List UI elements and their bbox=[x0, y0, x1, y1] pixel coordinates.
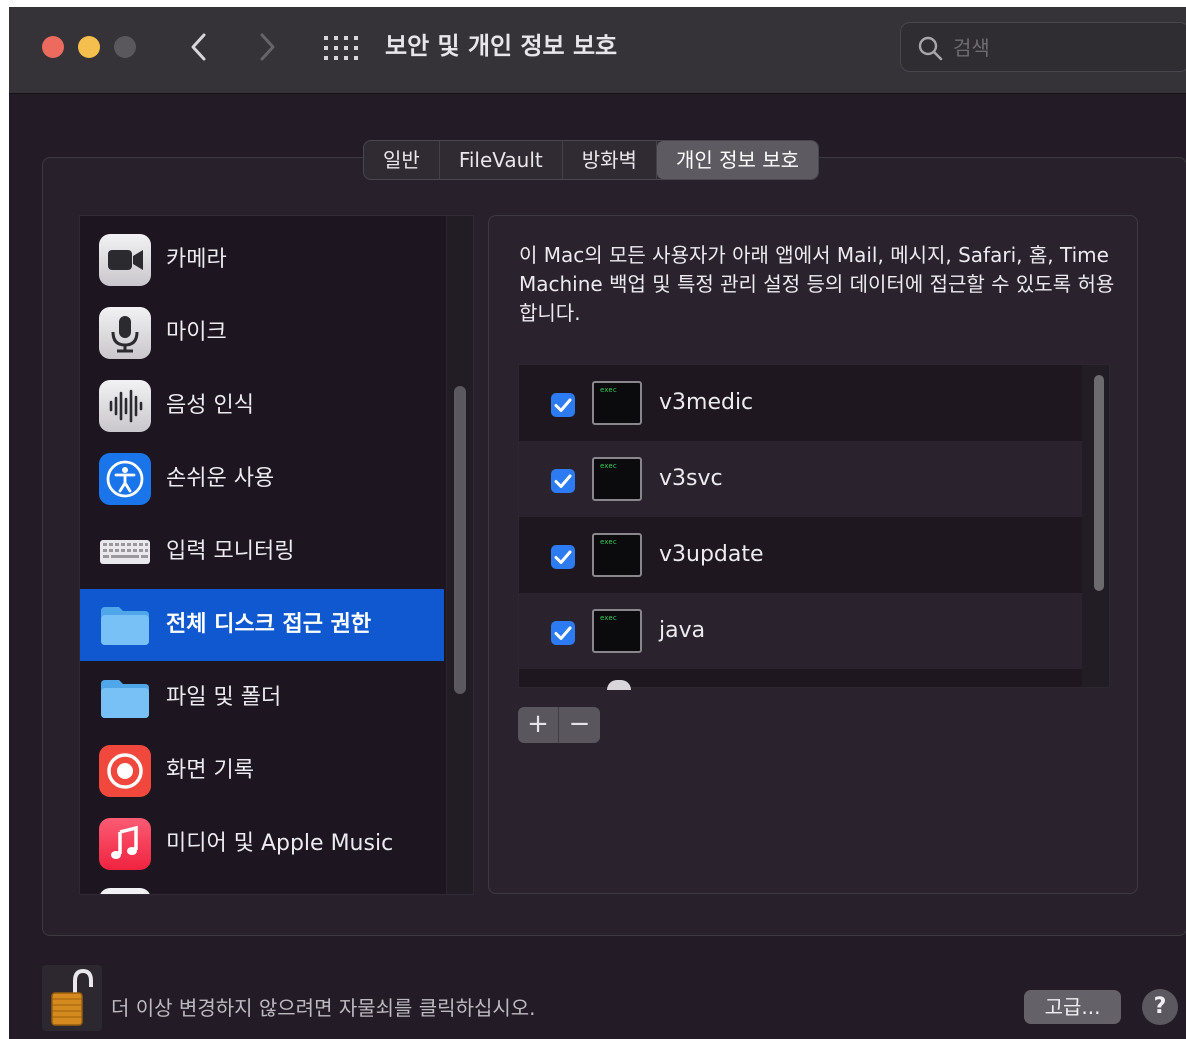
tab-privacy[interactable]: 개인 정보 보호 bbox=[656, 141, 819, 179]
microphone-icon bbox=[99, 307, 151, 359]
app-checkbox[interactable] bbox=[551, 469, 575, 493]
sidebar-item-files-and-folders[interactable]: 파일 및 폴더 bbox=[80, 662, 444, 734]
sidebar-scrollbar-thumb[interactable] bbox=[454, 386, 466, 694]
app-name: v3update bbox=[659, 542, 764, 567]
lock-button[interactable] bbox=[42, 965, 102, 1031]
lock-instruction-text: 더 이상 변경하지 않으려면 자물쇠를 클릭하십시오. bbox=[111, 996, 536, 1020]
title-bar: 보안 및 개인 정보 보호 bbox=[9, 7, 1186, 94]
sidebar-item-label: 파일 및 폴더 bbox=[166, 685, 282, 710]
screen-recording-icon bbox=[99, 745, 151, 797]
advanced-button[interactable]: 고급... bbox=[1024, 990, 1121, 1024]
system-preferences-window: 보안 및 개인 정보 보호 일반 FileVault 방화벽 개인 정보 보호 … bbox=[9, 7, 1186, 1039]
app-checkbox[interactable] bbox=[551, 545, 575, 569]
sidebar-item-label: 입력 모니터링 bbox=[166, 539, 295, 564]
minimize-window-button[interactable] bbox=[78, 36, 100, 58]
sidebar-item-label: 카메라 bbox=[166, 247, 227, 272]
sidebar-item-label: 마이크 bbox=[166, 320, 227, 345]
keyboard-icon bbox=[99, 526, 151, 578]
app-checkbox[interactable] bbox=[551, 393, 575, 417]
folder-icon bbox=[99, 672, 151, 724]
app-row-v3svc[interactable]: exec v3svc bbox=[519, 441, 1082, 517]
show-all-grid-button[interactable] bbox=[324, 36, 358, 60]
search-input[interactable] bbox=[953, 31, 1173, 65]
app-name: v3medic bbox=[659, 390, 754, 415]
sidebar-item-label: 손쉬운 사용 bbox=[166, 466, 275, 491]
sidebar-item-camera[interactable]: 카메라 bbox=[80, 224, 444, 296]
sidebar-item-label: 전체 디스크 접근 권한 bbox=[166, 612, 372, 637]
grid-icon bbox=[324, 36, 358, 60]
unlocked-padlock-icon bbox=[51, 968, 93, 1026]
chevron-left-icon bbox=[191, 33, 206, 61]
speech-recognition-icon bbox=[99, 380, 151, 432]
terminal-app-icon: exec bbox=[592, 381, 642, 425]
app-name: v3svc bbox=[659, 466, 723, 491]
folder-icon bbox=[99, 599, 151, 651]
sidebar-item-label: 미디어 및 Apple Music bbox=[166, 831, 394, 856]
app-list-scrollbar-thumb[interactable] bbox=[1094, 375, 1104, 591]
tab-general[interactable]: 일반 bbox=[364, 141, 440, 179]
sidebar-item-label: 음성 인식 bbox=[166, 393, 254, 418]
checkmark-icon bbox=[554, 398, 572, 412]
sidebar-item-screen-recording[interactable]: 화면 기록 bbox=[80, 735, 444, 807]
app-name: java bbox=[659, 618, 706, 643]
camera-icon bbox=[99, 234, 151, 286]
terminal-app-icon: exec bbox=[592, 533, 642, 577]
zoom-window-button[interactable] bbox=[114, 36, 136, 58]
sidebar-item-label: 화면 기록 bbox=[166, 758, 254, 783]
tab-bar: 일반 FileVault 방화벽 개인 정보 보호 bbox=[363, 140, 820, 180]
tab-firewall[interactable]: 방화벽 bbox=[563, 141, 657, 179]
add-app-button[interactable]: + bbox=[518, 707, 559, 743]
app-row-java[interactable]: exec java bbox=[519, 593, 1082, 669]
sidebar-item-media-apple-music[interactable]: 미디어 및 Apple Music bbox=[80, 808, 444, 880]
app-row-v3medic[interactable]: exec v3medic bbox=[519, 365, 1082, 441]
partial-item-icon bbox=[99, 888, 151, 894]
privacy-category-list: 카메라 마이크 음성 인식 손쉬운 사용 입력 모니터링 전체 디스크 접근 권… bbox=[79, 215, 474, 895]
partial-app-icon bbox=[607, 680, 631, 690]
app-permission-list: exec v3medic exec v3svc exec v3update ex… bbox=[518, 364, 1110, 688]
terminal-app-icon: exec bbox=[592, 609, 642, 653]
remove-app-button[interactable]: − bbox=[559, 707, 600, 743]
forward-button[interactable] bbox=[252, 29, 282, 65]
search-icon bbox=[918, 36, 943, 61]
checkmark-icon bbox=[554, 626, 572, 640]
chevron-right-icon bbox=[260, 33, 275, 61]
sidebar-item-input-monitoring[interactable]: 입력 모니터링 bbox=[80, 516, 444, 588]
terminal-app-icon: exec bbox=[592, 457, 642, 501]
app-row-v3update[interactable]: exec v3update bbox=[519, 517, 1082, 593]
tab-filevault[interactable]: FileVault bbox=[440, 141, 563, 179]
help-button[interactable]: ? bbox=[1142, 989, 1178, 1025]
back-button[interactable] bbox=[184, 29, 214, 65]
sidebar-item-speech-recognition[interactable]: 음성 인식 bbox=[80, 370, 444, 442]
checkmark-icon bbox=[554, 550, 572, 564]
sidebar-item-microphone[interactable]: 마이크 bbox=[80, 297, 444, 369]
checkmark-icon bbox=[554, 474, 572, 488]
full-disk-access-description: 이 Mac의 모든 사용자가 아래 앱에서 Mail, 메시지, Safari,… bbox=[519, 243, 1115, 325]
sidebar-item-accessibility[interactable]: 손쉬운 사용 bbox=[80, 443, 444, 515]
close-window-button[interactable] bbox=[42, 36, 64, 58]
music-icon bbox=[99, 818, 151, 870]
window-title: 보안 및 개인 정보 보호 bbox=[385, 32, 618, 60]
search-field[interactable] bbox=[900, 22, 1186, 72]
sidebar-item-full-disk-access[interactable]: 전체 디스크 접근 권한 bbox=[80, 589, 444, 661]
accessibility-icon bbox=[99, 453, 151, 505]
app-checkbox[interactable] bbox=[551, 621, 575, 645]
add-remove-control: + − bbox=[518, 707, 600, 743]
